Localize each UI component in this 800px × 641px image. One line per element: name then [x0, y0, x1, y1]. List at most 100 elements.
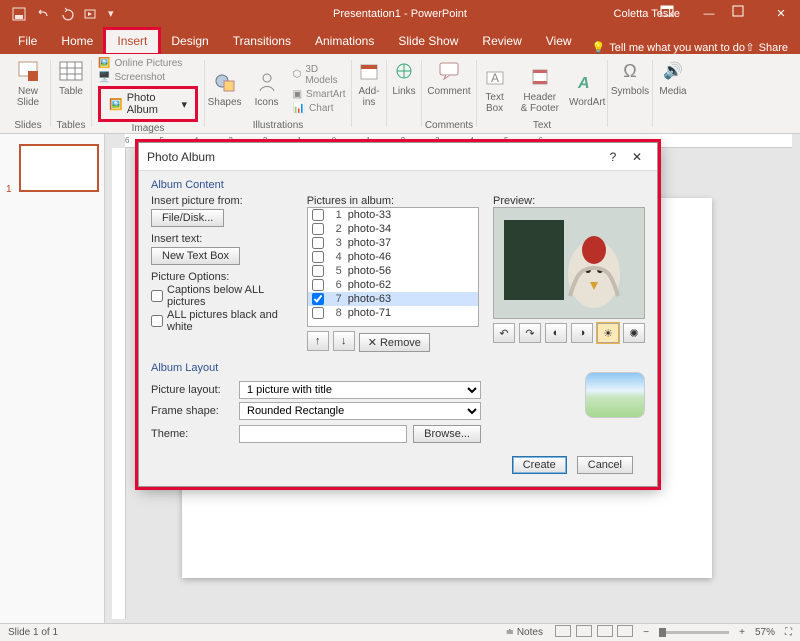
save-icon[interactable]	[12, 7, 26, 21]
symbols-button[interactable]: ΩSymbols	[611, 58, 649, 97]
minimize-icon[interactable]: —	[696, 5, 722, 23]
move-up-button[interactable]: ↑	[307, 331, 329, 351]
smartart-button[interactable]: ▣SmartArt	[293, 89, 348, 100]
close-icon[interactable]: ✕	[768, 5, 794, 23]
screenshot-button[interactable]: 🖥️Screenshot	[98, 72, 165, 83]
header-footer-button[interactable]: Header & Footer	[521, 64, 559, 114]
comment-button[interactable]: Comment	[427, 58, 470, 97]
list-item[interactable]: 6photo-62	[308, 278, 478, 292]
tab-view[interactable]: View	[534, 29, 584, 54]
chevron-down-icon: ▾	[181, 98, 187, 111]
dialog-title: Photo Album	[147, 150, 215, 164]
list-item[interactable]: 2photo-34	[308, 222, 478, 236]
sorter-view-icon[interactable]	[576, 625, 592, 637]
list-item[interactable]: 1photo-33	[308, 208, 478, 222]
insert-from-label: Insert picture from:	[151, 195, 293, 207]
brightness-down-button[interactable]: ✺	[623, 323, 645, 343]
textbox-button[interactable]: AText Box	[479, 64, 511, 114]
tab-file[interactable]: File	[6, 29, 49, 54]
list-item[interactable]: 3photo-37	[308, 236, 478, 250]
picture-layout-label: Picture layout:	[151, 384, 233, 396]
qat-dropdown-icon[interactable]: ▾	[108, 7, 122, 21]
help-icon[interactable]: ?	[601, 150, 625, 164]
tab-transitions[interactable]: Transitions	[221, 29, 303, 54]
tab-slideshow[interactable]: Slide Show	[386, 29, 470, 54]
contrast-up-button[interactable]: ◐	[545, 323, 567, 343]
list-item[interactable]: 7photo-63	[308, 292, 478, 306]
chart-button[interactable]: 📊Chart	[293, 103, 348, 114]
links-icon	[391, 58, 417, 84]
zoom-out-button[interactable]: −	[643, 627, 649, 638]
icons-icon	[254, 69, 280, 95]
zoom-in-button[interactable]: +	[739, 627, 745, 638]
picture-layout-select[interactable]: 1 picture with title	[239, 381, 481, 399]
slide-count: Slide 1 of 1	[8, 627, 58, 638]
table-button[interactable]: Table	[55, 58, 87, 97]
file-disk-button[interactable]: File/Disk...	[151, 209, 224, 227]
list-item[interactable]: 5photo-56	[308, 264, 478, 278]
icons-button[interactable]: Icons	[251, 69, 283, 108]
album-content-label: Album Content	[151, 179, 645, 191]
symbols-icon: Ω	[617, 58, 643, 84]
undo-icon[interactable]	[36, 7, 50, 21]
tell-me[interactable]: 💡Tell me what you want to do	[592, 41, 745, 54]
new-slide-button[interactable]: New Slide	[12, 58, 44, 108]
new-slide-icon	[15, 58, 41, 84]
tab-insert[interactable]: Insert	[105, 29, 159, 54]
comment-icon	[436, 58, 462, 84]
frame-shape-select[interactable]: Rounded Rectangle	[239, 402, 481, 420]
tab-design[interactable]: Design	[159, 29, 220, 54]
list-item[interactable]: 8photo-71	[308, 306, 478, 320]
picture-options-label: Picture Options:	[151, 271, 293, 283]
normal-view-icon[interactable]	[555, 625, 571, 637]
contrast-down-button[interactable]: ◑	[571, 323, 593, 343]
rotate-left-button[interactable]: ↶	[493, 323, 515, 343]
wordart-icon: A	[574, 69, 600, 95]
browse-button[interactable]: Browse...	[413, 425, 481, 443]
fit-to-window-icon[interactable]: ⛶	[785, 627, 792, 638]
slideshow-view-icon[interactable]	[617, 625, 633, 637]
svg-text:A: A	[491, 71, 499, 85]
tab-animations[interactable]: Animations	[303, 29, 386, 54]
photo-album-dialog: Photo Album ? ✕ Album Content Insert pic…	[138, 142, 658, 487]
start-from-beginning-icon[interactable]	[84, 7, 98, 21]
create-button[interactable]: Create	[512, 456, 567, 474]
cancel-button[interactable]: Cancel	[577, 456, 633, 474]
maximize-icon[interactable]	[732, 5, 758, 23]
remove-button[interactable]: ✕ Remove	[359, 333, 430, 352]
zoom-slider[interactable]	[659, 631, 729, 634]
preview-label: Preview:	[493, 195, 645, 207]
addins-button[interactable]: Add- ins	[353, 58, 385, 108]
screenshot-icon: 🖥️	[98, 72, 110, 83]
new-text-box-button[interactable]: New Text Box	[151, 247, 240, 265]
3d-models-button[interactable]: ⬡3D Models	[293, 64, 348, 86]
slide-thumb-1[interactable]	[19, 144, 99, 192]
ribbon-options-icon[interactable]	[660, 5, 686, 23]
wordart-button[interactable]: AWordArt	[569, 69, 606, 108]
media-button[interactable]: 🔊Media	[657, 58, 689, 97]
brightness-up-button[interactable]: ☀	[597, 323, 619, 343]
move-down-button[interactable]: ↓	[333, 331, 355, 351]
links-button[interactable]: Links	[388, 58, 420, 97]
shapes-button[interactable]: Shapes	[209, 69, 241, 108]
theme-input[interactable]	[239, 425, 407, 443]
bw-checkbox[interactable]: ALL pictures black and white	[151, 309, 293, 333]
notes-button[interactable]: ≐ Notes	[506, 627, 543, 638]
list-item[interactable]: 4photo-46	[308, 250, 478, 264]
online-pictures-button[interactable]: 🖼️Online Pictures	[98, 58, 182, 69]
photo-album-button[interactable]: 🖼️Photo Album▾	[98, 86, 198, 122]
rotate-right-button[interactable]: ↷	[519, 323, 541, 343]
tab-review[interactable]: Review	[470, 29, 533, 54]
svg-text:A: A	[577, 75, 590, 92]
dialog-close-icon[interactable]: ✕	[625, 150, 649, 164]
tab-home[interactable]: Home	[49, 29, 105, 54]
captions-checkbox[interactable]: Captions below ALL pictures	[151, 284, 293, 308]
ruler-vertical	[112, 148, 126, 619]
chart-icon: 📊	[293, 103, 305, 114]
reading-view-icon[interactable]	[597, 625, 613, 637]
album-layout-label: Album Layout	[151, 362, 645, 374]
insert-text-label: Insert text:	[151, 233, 293, 245]
pictures-listbox[interactable]: 1photo-332photo-343photo-374photo-465pho…	[307, 207, 479, 327]
redo-icon[interactable]	[60, 7, 74, 21]
share-button[interactable]: ⇧Share	[745, 41, 788, 54]
